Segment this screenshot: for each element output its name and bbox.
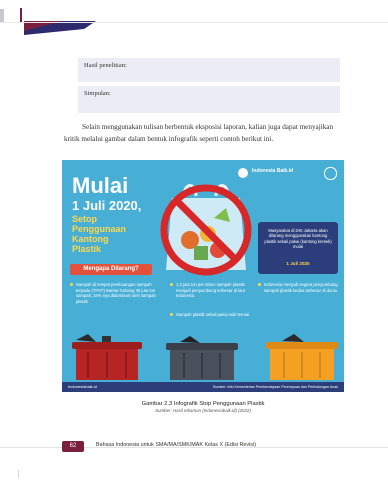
- reason-3-text: Sampah plastik sekali pakai sulit terura…: [176, 312, 250, 317]
- header-tick: [20, 8, 22, 22]
- headline-plastik: Plastik: [72, 244, 102, 254]
- infographic-footer-right: Sumber: Info Kementerian Pemberdayaan Pe…: [212, 385, 338, 389]
- headline-date: 1 Juli 2020,: [72, 198, 142, 213]
- headline-mulai: Mulai: [72, 173, 129, 198]
- logo-text: Indonesia Baik.id: [252, 168, 294, 174]
- caption-title: Gambar 2.3 Infografik Stop Penggunaan Pl…: [141, 401, 265, 407]
- headline-setop: Setop: [72, 214, 98, 224]
- header-marker: [0, 9, 4, 22]
- body-paragraph: Selain menggunakan tulisan berbentuk eks…: [64, 123, 334, 143]
- reason-1: Sampah di tempat pembuangan sampah terpa…: [70, 282, 158, 304]
- hasil-penelitian-label: Hasil penelitian:: [84, 62, 127, 69]
- announcement-date: 1 Juli 2020: [286, 261, 310, 266]
- page-corner-mark: [18, 470, 19, 478]
- book-title-footer: Bahasa Indonesia untuk SMA/MA/SMK/MAK Ke…: [96, 442, 256, 448]
- bullet-icon: [170, 283, 173, 286]
- reason-2-text: 1,3 juta ton per tahun sampah plastik me…: [176, 282, 245, 299]
- announcement-text: Masyarakat di DKI Jakarta akan dilarang …: [264, 228, 332, 250]
- bullet-icon: [70, 283, 73, 286]
- emblem-icon: [324, 167, 337, 180]
- simpulan-box: Simpulan:: [78, 86, 340, 113]
- trash-bins-illustration: [72, 334, 338, 380]
- hasil-penelitian-box: Hasil penelitian:: [78, 58, 340, 82]
- header-rule: [0, 22, 388, 23]
- infographic-footer: Indonesiabaik.id Sumber: Info Kementeria…: [62, 382, 344, 392]
- page-number: 62: [62, 441, 84, 452]
- figure-caption: Gambar 2.3 Infografik Stop Penggunaan Pl…: [62, 400, 344, 414]
- reason-4-text: Indonesia menjadi negara penyumbang samp…: [264, 282, 338, 293]
- indonesiabaik-logo-icon: [238, 168, 248, 178]
- header-ribbon: [24, 21, 96, 35]
- headline-penggunaan: Penggunaan: [72, 224, 127, 234]
- plastic-bag-prohibited-illustration: [160, 184, 252, 276]
- infographic: Indonesia Baik.id Mulai 1 Juli 2020, Set…: [62, 160, 344, 392]
- reason-3: Sampah plastik sekali pakai sulit terura…: [170, 312, 254, 318]
- reason-1-text: Sampah di tempat pembuangan sampah terpa…: [76, 282, 156, 304]
- bullet-icon: [258, 283, 261, 286]
- simpulan-label: Simpulan:: [84, 90, 111, 97]
- reason-4: Indonesia menjadi negara penyumbang samp…: [258, 282, 338, 293]
- announcement-box: Masyarakat di DKI Jakarta akan dilarang …: [258, 222, 338, 274]
- infographic-footer-left: Indonesiabaik.id: [68, 384, 97, 389]
- caption-source: Sumber: Hasil rekaman (Indonesiabaik.id)…: [155, 408, 251, 413]
- headline-kantong: Kantong: [72, 234, 109, 244]
- bullet-icon: [170, 313, 173, 316]
- question-banner: Mengapa Dilarang?: [70, 264, 152, 275]
- reason-2: 1,3 juta ton per tahun sampah plastik me…: [170, 282, 254, 299]
